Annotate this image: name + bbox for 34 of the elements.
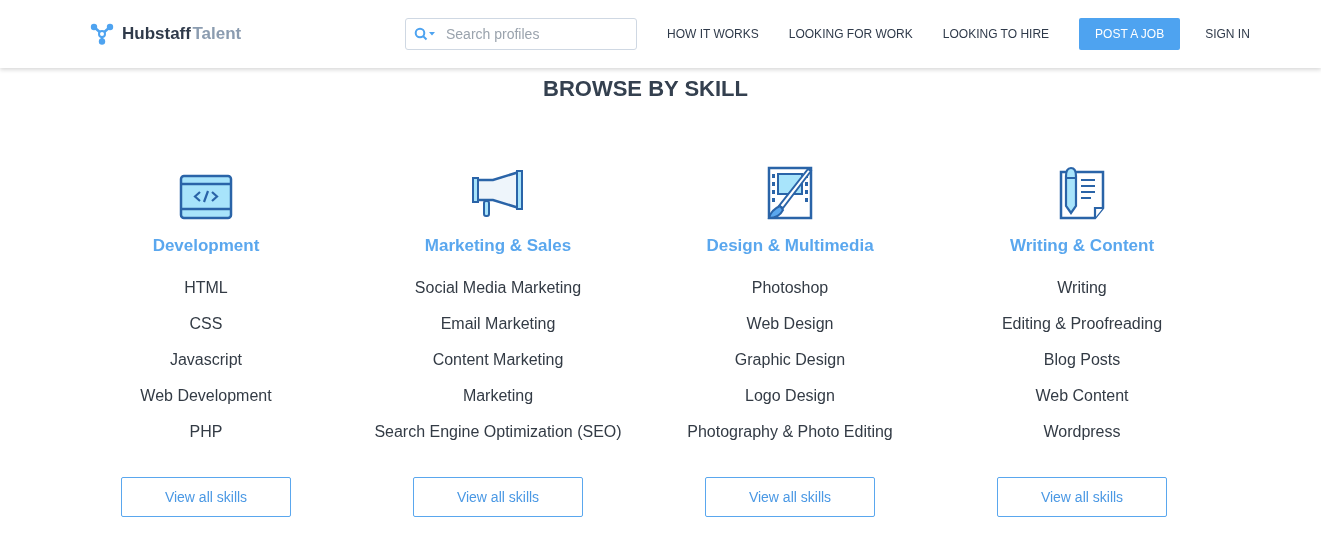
megaphone-icon: [471, 170, 525, 220]
search-field[interactable]: Search profiles: [405, 18, 637, 50]
skill-link[interactable]: Graphic Design: [734, 350, 846, 369]
skill-link[interactable]: CSS: [189, 314, 223, 333]
nav-link[interactable]: LOOKING FOR WORK: [788, 18, 913, 50]
skill-link[interactable]: PHP: [189, 422, 223, 441]
search-icon: [414, 27, 436, 41]
skill-link[interactable]: Wordpress: [1043, 422, 1121, 441]
skill-link[interactable]: Marketing: [462, 386, 534, 405]
section-title: BROWSE BY SKILL: [542, 76, 749, 102]
brand-suffix: Talent: [192, 24, 242, 43]
nav-link[interactable]: LOOKING TO HIRE: [942, 18, 1050, 50]
skill-link[interactable]: Editing & Proofreading: [1001, 314, 1163, 333]
skill-link[interactable]: Email Marketing: [440, 314, 556, 333]
code-window-icon: [179, 174, 233, 220]
skill-link[interactable]: Blog Posts: [1043, 350, 1121, 369]
skill-link[interactable]: Logo Design: [745, 386, 835, 405]
brand-name: Hubstaff: [122, 24, 191, 43]
skill-link[interactable]: Writing: [1057, 278, 1107, 297]
nav-link[interactable]: HOW IT WORKS: [667, 18, 759, 50]
nav-link[interactable]: SIGN IN: [1205, 18, 1250, 50]
skill-link[interactable]: Photography & Photo Editing: [687, 422, 893, 441]
logo-icon: [90, 23, 114, 45]
skill-link[interactable]: Social Media Marketing: [414, 278, 582, 297]
film-brush-icon: [765, 166, 815, 220]
skill-link[interactable]: Search Engine Optimization (SEO): [374, 422, 622, 441]
skill-link[interactable]: Web Content: [1035, 386, 1129, 405]
skill-link[interactable]: Content Marketing: [432, 350, 564, 369]
skill-link[interactable]: Web Design: [746, 314, 834, 333]
skill-link[interactable]: HTML: [184, 278, 228, 297]
skill-link[interactable]: Web Development: [140, 386, 272, 405]
document-pencil-icon: [1057, 166, 1107, 220]
skill-link[interactable]: Photoshop: [751, 278, 829, 297]
skill-link[interactable]: Javascript: [169, 350, 242, 369]
